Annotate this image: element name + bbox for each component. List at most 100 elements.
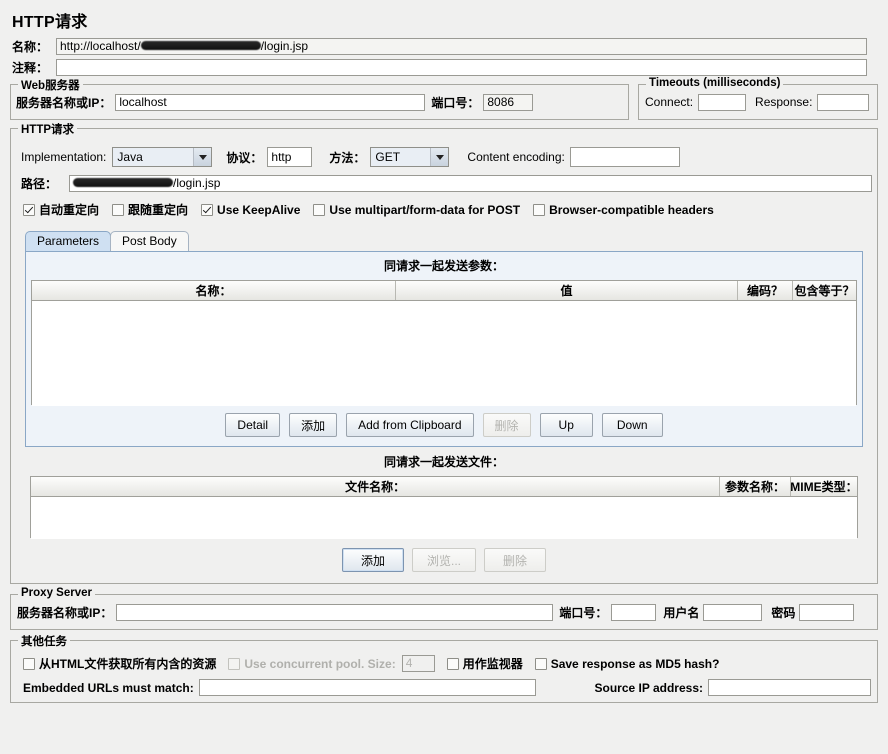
checkbox-label: Save response as MD5 hash? <box>550 656 720 671</box>
http-options-row: Implementation: Java 协议： 方法： GET Content… <box>11 129 877 167</box>
checkbox-retrieve-embedded-resources[interactable]: 从HTML文件获取所有内含的资源 <box>23 655 216 672</box>
source-ip-label: Source IP address: <box>594 680 704 695</box>
other-tasks-group: 其他任务 从HTML文件获取所有内含的资源 Use concurrent poo… <box>10 633 878 703</box>
files-button-row: 添加 浏览... 删除 <box>11 538 877 574</box>
path-field[interactable]: /login.jsp <box>69 175 872 192</box>
name-redaction <box>140 41 261 50</box>
parameters-table-header: 名称： 值 编码？ 包含等于？ <box>32 281 856 301</box>
checkbox-use-keepalive[interactable]: Use KeepAlive <box>201 203 300 217</box>
checkbox-label: Use multipart/form-data for POST <box>329 202 521 217</box>
protocol-input[interactable] <box>267 147 313 167</box>
proxy-port-input[interactable] <box>611 603 657 621</box>
implementation-dropdown[interactable]: Java <box>112 147 213 167</box>
add-from-clipboard-button[interactable]: Add from Clipboard <box>346 413 474 437</box>
name-value-suffix: /login.jsp <box>260 39 309 53</box>
name-row: 名称： http://localhost/ /login.jsp <box>0 38 888 55</box>
checkbox-auto-redirect[interactable]: 自动重定向 <box>23 201 99 218</box>
method-value: GET <box>371 148 432 166</box>
proxy-username-input[interactable] <box>703 603 763 621</box>
proxy-server-input[interactable] <box>116 603 554 621</box>
column-header-encode[interactable]: 编码？ <box>738 281 793 300</box>
files-table-header: 文件名称： 参数名称： MIME类型： <box>31 477 857 497</box>
connect-input[interactable] <box>698 93 747 111</box>
web-server-input[interactable] <box>115 93 426 111</box>
column-header-name[interactable]: 名称： <box>32 281 396 300</box>
parameters-table[interactable]: 名称： 值 编码？ 包含等于？ <box>31 280 857 406</box>
checkbox-label: Use concurrent pool. Size: <box>244 656 396 671</box>
response-input[interactable] <box>817 93 870 111</box>
other-tasks-fields-row: Embedded URLs must match: Source IP addr… <box>11 672 877 696</box>
detail-button[interactable]: Detail <box>225 413 281 437</box>
move-down-button[interactable]: Down <box>601 413 663 437</box>
delete-parameter-button: 删除 <box>482 413 531 437</box>
checkbox-box <box>533 203 546 216</box>
files-table-body[interactable] <box>31 497 857 539</box>
column-header-mime-type[interactable]: MIME类型： <box>791 477 857 496</box>
proxy-port-label: 端口号： <box>559 605 608 620</box>
web-server-port-input[interactable] <box>483 93 534 111</box>
checkbox-browser-compatible-headers[interactable]: Browser-compatible headers <box>533 203 714 217</box>
path-row: 路径： /login.jsp <box>11 167 877 192</box>
column-header-value[interactable]: 值 <box>396 281 738 300</box>
checkbox-label: Use KeepAlive <box>217 202 301 217</box>
column-header-file-name[interactable]: 文件名称： <box>31 477 721 496</box>
move-up-button[interactable]: Up <box>539 413 593 437</box>
checkbox-box <box>201 203 214 216</box>
files-table[interactable]: 文件名称： 参数名称： MIME类型： <box>30 476 858 539</box>
proxy-server-title: Proxy Server <box>18 587 95 599</box>
protocol-label: 协议： <box>226 150 263 165</box>
chevron-down-icon <box>431 148 449 166</box>
content-encoding-input[interactable] <box>569 147 680 167</box>
http-request-group: HTTP请求 Implementation: Java 协议： 方法： GET … <box>10 121 878 584</box>
add-parameter-button[interactable]: 添加 <box>289 413 338 437</box>
path-label: 路径： <box>21 177 58 191</box>
proxy-server-label: 服务器名称或IP： <box>17 605 113 620</box>
connect-label: Connect: <box>645 95 694 109</box>
checkbox-follow-redirect[interactable]: 跟随重定向 <box>112 201 188 218</box>
server-timeouts-row: Web服务器 服务器名称或IP： 端口号： Timeouts (millisec… <box>10 77 878 120</box>
page-title: HTTP请求 <box>12 14 88 31</box>
parameters-caption: 同请求一起发送参数： <box>383 259 504 273</box>
web-server-title: Web服务器 <box>18 77 83 93</box>
method-dropdown[interactable]: GET <box>370 147 450 167</box>
source-ip-input[interactable] <box>708 679 871 696</box>
tab-parameters[interactable]: Parameters <box>25 231 112 251</box>
timeouts-title: Timeouts (milliseconds) <box>646 77 784 89</box>
checkbox-box <box>446 657 459 670</box>
response-label: Response: <box>755 95 813 109</box>
web-server-port-label: 端口号： <box>431 95 480 110</box>
tab-post-body[interactable]: Post Body <box>110 231 189 251</box>
timeouts-group: Timeouts (milliseconds) Connect: Respons… <box>638 77 878 120</box>
column-header-param-name[interactable]: 参数名称： <box>720 477 791 496</box>
comment-row: 注释： <box>0 59 888 76</box>
checkbox-box <box>112 203 125 216</box>
parameters-panel: 同请求一起发送参数： 名称： 值 编码？ 包含等于？ Detail 添加 Add… <box>25 251 863 447</box>
checkbox-box <box>534 657 547 670</box>
method-label: 方法： <box>329 150 366 165</box>
column-header-include-equals[interactable]: 包含等于？ <box>793 281 856 300</box>
name-field[interactable]: http://localhost/ /login.jsp <box>56 38 867 55</box>
parameters-table-body[interactable] <box>32 301 856 406</box>
http-checkbox-row: 自动重定向 跟随重定向 Use KeepAlive Use multipart/… <box>11 192 877 218</box>
add-file-button[interactable]: 添加 <box>341 548 404 572</box>
http-request-title: HTTP请求 <box>18 121 78 137</box>
checkbox-box <box>228 657 241 670</box>
web-server-group: Web服务器 服务器名称或IP： 端口号： <box>10 77 629 120</box>
checkbox-label: 自动重定向 <box>39 203 100 217</box>
checkbox-label: Browser-compatible headers <box>549 202 714 217</box>
embedded-urls-label: Embedded URLs must match: <box>23 680 194 695</box>
comment-input[interactable] <box>56 59 867 76</box>
checkbox-save-response-md5[interactable]: Save response as MD5 hash? <box>534 656 720 671</box>
checkbox-box <box>313 203 326 216</box>
tab-bar: Parameters Post Body <box>25 229 863 251</box>
checkbox-use-concurrent-pool: Use concurrent pool. Size: <box>228 656 396 671</box>
embedded-urls-input[interactable] <box>198 679 536 696</box>
proxy-password-label: 密码 <box>771 605 796 620</box>
checkbox-use-as-monitor[interactable]: 用作监视器 <box>446 655 523 672</box>
proxy-username-label: 用户名 <box>663 605 700 620</box>
proxy-password-input[interactable] <box>799 603 855 621</box>
checkbox-label: 从HTML文件获取所有内含的资源 <box>39 657 217 671</box>
implementation-value: Java <box>113 148 195 166</box>
checkbox-multipart-form-data[interactable]: Use multipart/form-data for POST <box>313 203 520 217</box>
delete-file-button: 删除 <box>484 548 547 572</box>
